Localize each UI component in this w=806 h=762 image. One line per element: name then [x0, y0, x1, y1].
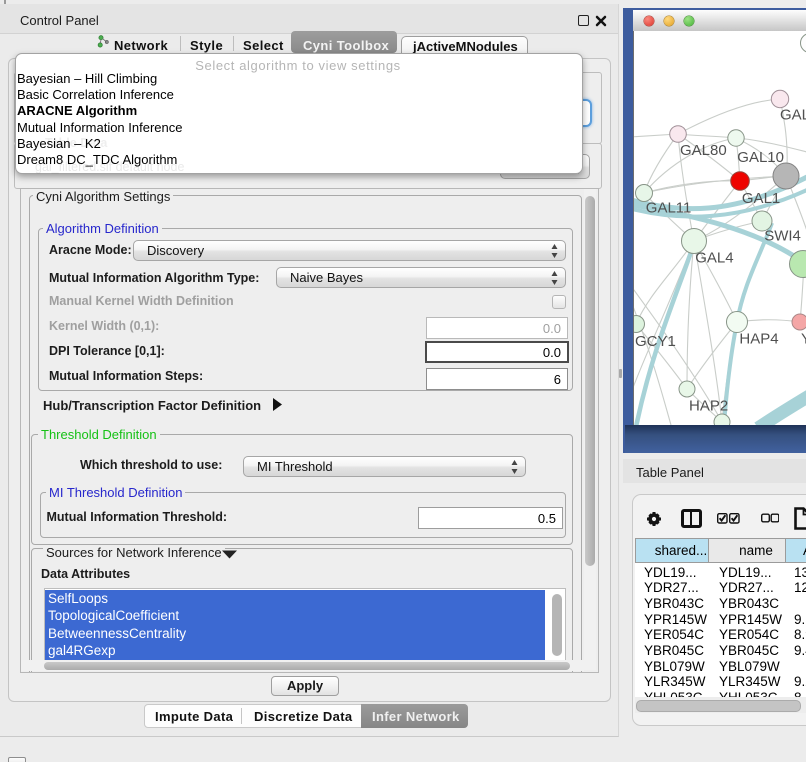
svg-text:GCY1: GCY1 [635, 333, 676, 350]
svg-text:GAL10: GAL10 [737, 149, 784, 166]
svg-text:HAP4: HAP4 [739, 331, 778, 348]
svg-text:GAL80: GAL80 [680, 142, 727, 159]
svg-text:GAL4: GAL4 [695, 250, 733, 267]
svg-text:GAL11: GAL11 [646, 199, 692, 216]
svg-text:GAL1: GAL1 [742, 190, 780, 207]
svg-text:YM: YM [801, 331, 806, 348]
svg-text:SWI4: SWI4 [764, 228, 801, 245]
svg-text:GAL7: GAL7 [780, 107, 806, 124]
svg-text:HAP2: HAP2 [689, 398, 728, 415]
